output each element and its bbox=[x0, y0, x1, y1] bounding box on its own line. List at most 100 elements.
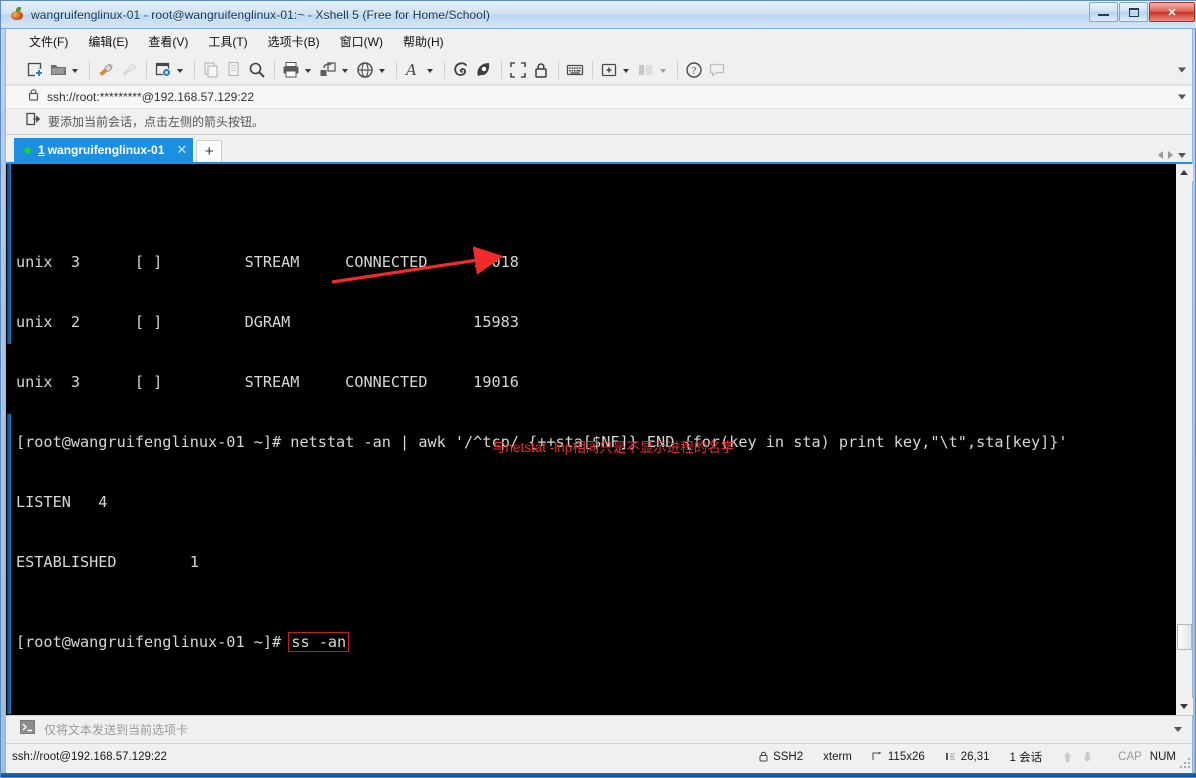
minimize-button[interactable] bbox=[1089, 2, 1118, 22]
menu-tools[interactable]: 工具(T) bbox=[199, 30, 256, 53]
chat-icon bbox=[706, 59, 728, 81]
session-url-text: ssh://root:*********@192.168.57.129:22 bbox=[47, 90, 254, 104]
terminal-prompt-icon bbox=[20, 720, 35, 739]
tab-index: 1 bbox=[38, 143, 45, 157]
lock-icon bbox=[28, 88, 39, 106]
chevron-left-icon[interactable] bbox=[1158, 151, 1163, 159]
tab-navigation bbox=[1158, 151, 1186, 159]
svg-text:A: A bbox=[404, 61, 417, 79]
layout-icon bbox=[635, 59, 657, 81]
resize-grip-icon[interactable] bbox=[1178, 756, 1190, 768]
menu-file[interactable]: 文件(F) bbox=[20, 30, 77, 53]
toolbar: A ? bbox=[6, 55, 1192, 85]
toolbar-separator bbox=[146, 60, 147, 79]
send-text-label: 仅将文本发送到当前选项卡 bbox=[44, 723, 189, 737]
svg-text:?: ? bbox=[692, 66, 697, 77]
maximize-button[interactable] bbox=[1119, 2, 1148, 22]
send-target-chevron-down-icon[interactable] bbox=[1174, 727, 1182, 732]
new-session-icon[interactable] bbox=[24, 59, 46, 81]
file-transfer-icon[interactable] bbox=[317, 59, 339, 81]
print-caret[interactable] bbox=[303, 59, 313, 81]
menu-window[interactable]: 窗口(W) bbox=[331, 30, 392, 53]
toolbar-overflow-icon[interactable] bbox=[1178, 67, 1186, 72]
tab-list-chevron-down-icon[interactable] bbox=[1178, 152, 1186, 158]
arrow-up-icon bbox=[1062, 751, 1073, 763]
menu-tabs[interactable]: 选项卡(B) bbox=[259, 30, 329, 53]
scroll-down-icon[interactable] bbox=[1175, 698, 1193, 715]
shell-prompt: [root@wangruifenglinux-01 ~]# bbox=[16, 633, 291, 651]
status-bar: ssh://root@192.168.57.129:22 SSH2 xterm … bbox=[6, 743, 1192, 769]
url-dropdown-icon[interactable] bbox=[1178, 94, 1186, 100]
add-note-icon[interactable] bbox=[598, 59, 620, 81]
tab-wangruifenglinux-01[interactable]: 1 wangruifenglinux-01 ✕ bbox=[14, 138, 194, 162]
chevron-right-icon[interactable] bbox=[1168, 151, 1173, 159]
web-browser-icon[interactable] bbox=[354, 59, 376, 81]
session-properties-icon[interactable] bbox=[152, 59, 174, 81]
menu-help[interactable]: 帮助(H) bbox=[394, 30, 453, 53]
toolbar-separator bbox=[501, 60, 502, 79]
font-icon[interactable]: A bbox=[402, 59, 424, 81]
terminal-line: unix 3 [ ] STREAM CONNECTED 19018 bbox=[16, 253, 519, 271]
session-url-bar[interactable]: ssh://root:*********@192.168.57.129:22 bbox=[6, 85, 1192, 109]
title-bar[interactable]: wangruifenglinux-01 - root@wangruifengli… bbox=[1, 1, 1196, 29]
add-session-hint-bar: 要添加当前会话，点击左侧的箭头按钮。 bbox=[6, 109, 1192, 135]
open-folder-icon[interactable] bbox=[47, 59, 69, 81]
terminal-line: unix 2 [ ] DGRAM 15983 bbox=[16, 313, 519, 331]
terminal-area: unix 3 [ ] STREAM CONNECTED 19018 unix 2… bbox=[6, 162, 1193, 715]
send-text-bar[interactable]: 仅将文本发送到当前选项卡 bbox=[6, 715, 1192, 743]
add-session-icon[interactable] bbox=[26, 112, 41, 131]
status-size: 115x26 bbox=[872, 751, 925, 763]
highlighted-command: ss -an bbox=[288, 632, 350, 652]
file-transfer-caret[interactable] bbox=[340, 59, 350, 81]
fullscreen-icon[interactable] bbox=[507, 59, 529, 81]
cut-icon bbox=[200, 59, 222, 81]
red-annotation-text: 与netstat -lnp相同只是不显示进程的名字 bbox=[492, 440, 735, 455]
terminal-output[interactable]: unix 3 [ ] STREAM CONNECTED 19018 unix 2… bbox=[12, 164, 1175, 715]
status-sessions: 1 会话 bbox=[1009, 751, 1043, 764]
xshell-icon bbox=[9, 6, 25, 23]
status-caps-lock: CAP bbox=[1118, 750, 1142, 763]
scrollbar-thumb[interactable] bbox=[1177, 624, 1192, 650]
compose-alt-icon[interactable] bbox=[473, 59, 495, 81]
toolbar-separator bbox=[592, 60, 593, 79]
print-icon[interactable] bbox=[280, 59, 302, 81]
window-title: wangruifenglinux-01 - root@wangruifengli… bbox=[31, 7, 490, 22]
tab-status-dot bbox=[24, 146, 31, 154]
add-session-hint-text: 要添加当前会话，点击左侧的箭头按钮。 bbox=[48, 115, 265, 129]
status-term-type: xterm bbox=[823, 750, 852, 763]
lock-icon bbox=[759, 751, 768, 762]
toolbar-separator bbox=[677, 60, 678, 79]
status-protocol-label: SSH2 bbox=[773, 750, 804, 763]
copy-icon bbox=[223, 59, 245, 81]
help-icon[interactable]: ? bbox=[683, 59, 705, 81]
status-connection: ssh://root@192.168.57.129:22 bbox=[12, 750, 167, 763]
toolbar-separator bbox=[194, 60, 195, 79]
toolbar-separator bbox=[396, 60, 397, 79]
window-controls: ✕ bbox=[1089, 2, 1195, 22]
terminal-line: ESTABLISHED 1 bbox=[16, 553, 199, 571]
open-folder-caret[interactable] bbox=[70, 59, 80, 81]
terminal-line: LISTEN 4 bbox=[16, 493, 108, 511]
find-icon[interactable] bbox=[246, 59, 268, 81]
menu-view[interactable]: 查看(V) bbox=[139, 30, 197, 53]
menu-edit[interactable]: 编辑(E) bbox=[79, 30, 137, 53]
close-button[interactable]: ✕ bbox=[1149, 2, 1195, 22]
compose-icon[interactable] bbox=[450, 59, 472, 81]
web-browser-caret[interactable] bbox=[377, 59, 387, 81]
keyboard-icon[interactable] bbox=[564, 59, 586, 81]
font-caret[interactable] bbox=[425, 59, 435, 81]
toolbar-separator bbox=[558, 60, 559, 79]
lock-icon[interactable] bbox=[530, 59, 552, 81]
tab-close-icon[interactable]: ✕ bbox=[176, 142, 187, 158]
terminal-prompt-line: [root@wangruifenglinux-01 ~]# ss -an bbox=[16, 632, 1175, 652]
new-tab-button[interactable]: + bbox=[196, 140, 223, 162]
menu-bar: 文件(F) 编辑(E) 查看(V) 工具(T) 选项卡(B) 窗口(W) 帮助(… bbox=[6, 29, 1192, 55]
scroll-up-icon[interactable] bbox=[1175, 164, 1193, 181]
connect-icon[interactable] bbox=[95, 59, 117, 81]
add-note-caret[interactable] bbox=[621, 59, 631, 81]
status-cursor: 26,31 bbox=[945, 751, 990, 763]
terminal-scrollbar[interactable] bbox=[1175, 164, 1193, 715]
resize-icon bbox=[872, 751, 883, 762]
toolbar-separator bbox=[89, 60, 90, 79]
session-properties-caret[interactable] bbox=[175, 59, 185, 81]
